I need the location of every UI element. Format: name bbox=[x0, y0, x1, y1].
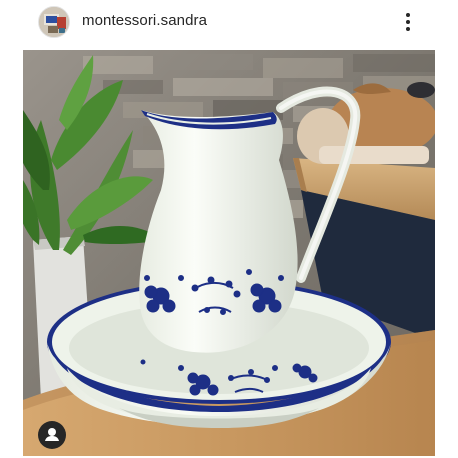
more-options-button[interactable] bbox=[396, 8, 420, 36]
more-vertical-icon bbox=[406, 13, 410, 17]
more-vertical-icon-dot bbox=[406, 20, 410, 24]
avatar[interactable] bbox=[38, 6, 70, 38]
user-tag-icon bbox=[45, 428, 59, 441]
tagged-users-button[interactable] bbox=[38, 421, 66, 449]
instagram-post: montessori.sandra bbox=[0, 0, 458, 458]
username-link[interactable]: montessori.sandra bbox=[82, 12, 207, 29]
photo-pitcher-basin bbox=[23, 50, 435, 456]
post-header: montessori.sandra bbox=[0, 0, 458, 44]
post-photo[interactable] bbox=[23, 50, 435, 456]
avatar-image bbox=[39, 7, 69, 37]
more-vertical-icon-dot bbox=[406, 27, 410, 31]
